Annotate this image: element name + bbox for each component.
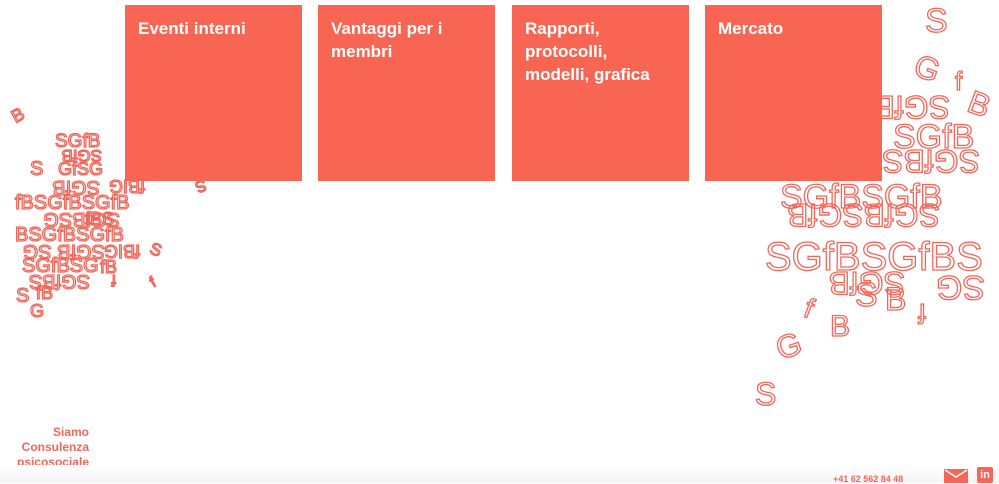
svg-text:G: G [909, 47, 945, 89]
svg-text:f: f [918, 298, 926, 329]
svg-text:B: B [885, 281, 906, 317]
svg-text:B: B [830, 310, 850, 343]
svg-text:GfSG: GfSG [58, 159, 103, 179]
tile-rapporti-protocolli[interactable]: Rapporti, protocolli, modelli, grafica [512, 5, 689, 181]
tagline: Siamo Consulenza psicosociale [0, 425, 89, 470]
svg-text:fB: fB [36, 283, 53, 303]
svg-text:B: B [8, 103, 28, 126]
tile-label: Vantaggi per i membri [331, 19, 443, 61]
svg-text:S: S [925, 2, 948, 40]
linkedin-icon[interactable]: in [977, 467, 993, 483]
svg-text:S: S [147, 239, 164, 261]
tile-vantaggi-per-i-membri[interactable]: Vantaggi per i membri [318, 5, 495, 181]
svg-text:G: G [771, 325, 807, 367]
svg-text:S: S [755, 376, 776, 412]
tile-mercato[interactable]: Mercato [705, 5, 882, 181]
tagline-line: Consulenza [21, 440, 89, 454]
svg-text:SG: SG [936, 268, 985, 306]
svg-text:S: S [855, 276, 878, 314]
svg-text:f: f [955, 66, 963, 96]
svg-text:f: f [111, 271, 116, 288]
svg-text:SGfBSGfB: SGfBSGfB [787, 197, 940, 233]
tile-label: Eventi interni [138, 19, 246, 38]
svg-text:G: G [30, 301, 44, 321]
svg-text:f: f [800, 292, 818, 324]
svg-text:f: f [147, 274, 160, 291]
tile-label: Mercato [718, 19, 784, 38]
tile-eventi-interni[interactable]: Eventi interni [125, 5, 302, 181]
mail-icon[interactable] [944, 469, 968, 483]
tagline-line: Siamo [52, 425, 89, 439]
svg-text:S: S [16, 285, 29, 307]
tile-label: Rapporti, protocolli, modelli, grafica [525, 19, 650, 84]
svg-text:S: S [30, 158, 43, 180]
